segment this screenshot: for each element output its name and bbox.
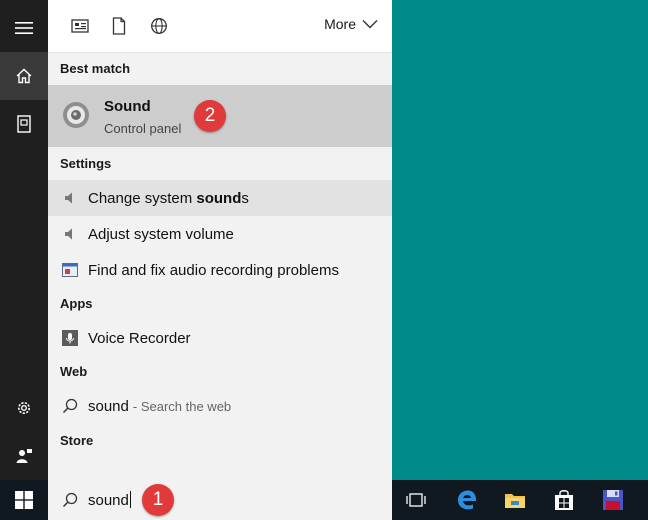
filter-bar: More (48, 0, 392, 53)
edge-browser-button[interactable] (451, 484, 483, 516)
app-item-voice-recorder[interactable]: Voice Recorder (48, 320, 392, 356)
settings-item-fix-audio[interactable]: Find and fix audio recording problems (48, 252, 392, 288)
chevron-down-icon (362, 20, 378, 29)
home-button[interactable] (0, 52, 48, 100)
hamburger-icon (15, 22, 33, 34)
more-label: More (324, 16, 356, 32)
search-icon (62, 492, 78, 508)
apps-filter-icon (71, 19, 89, 33)
speaker-small-icon (60, 224, 80, 244)
search-icon (60, 396, 80, 416)
edge-browser-icon (458, 490, 477, 510)
best-match-heading: Best match (60, 61, 131, 76)
speaker-small-icon (60, 188, 80, 208)
documents-filter-button[interactable] (107, 14, 131, 38)
globe-icon (151, 18, 167, 34)
settings-heading: Settings (60, 156, 112, 171)
windows-logo-icon (15, 491, 33, 509)
store-app-button[interactable] (548, 484, 580, 516)
taskbar-search-box[interactable]: sound (48, 480, 392, 520)
web-query: sound (88, 397, 129, 415)
search-results-panel: More Best match Sound Control panel Sett… (48, 0, 392, 480)
feedback-button[interactable] (0, 432, 48, 480)
document-icon (112, 17, 126, 35)
app-item-label: Voice Recorder (88, 329, 191, 347)
home-icon (16, 68, 32, 84)
feedback-person-icon (16, 449, 32, 463)
notebook-button[interactable] (0, 100, 48, 148)
best-match-subtitle: Control panel (104, 121, 182, 136)
web-filter-button[interactable] (147, 14, 171, 38)
annotation-badge-2: 2 (194, 100, 226, 132)
start-rail (0, 0, 48, 480)
settings-item-label: Find and fix audio recording problems (88, 261, 339, 279)
task-view-button[interactable] (400, 484, 432, 516)
gear-icon (18, 402, 30, 414)
start-button[interactable] (0, 480, 48, 520)
taskbar: sound (0, 480, 648, 520)
settings-item-label: Adjust system volume (88, 225, 234, 243)
best-match-title: Sound (104, 98, 151, 115)
floppy-app-button[interactable] (597, 484, 629, 516)
more-filters-dropdown[interactable]: More (324, 16, 378, 32)
microphone-icon (60, 328, 80, 348)
web-item-sound[interactable]: sound - Search the web (48, 388, 392, 424)
web-hint: - Search the web (132, 398, 232, 414)
desktop-background (392, 0, 648, 520)
text-caret (129, 491, 131, 508)
speaker-icon (63, 102, 89, 128)
file-explorer-button[interactable] (499, 484, 531, 516)
troubleshooter-icon (60, 260, 80, 280)
folder-icon (505, 494, 525, 508)
settings-item-change-system-sounds[interactable]: Change system sounds (48, 180, 392, 216)
floppy-disk-icon (603, 490, 623, 510)
settings-item-adjust-volume[interactable]: Adjust system volume (48, 216, 392, 252)
notebook-icon (17, 115, 31, 133)
settings-item-label: Change system sounds (88, 189, 249, 207)
shopping-bag-icon (555, 490, 573, 510)
store-heading: Store (60, 433, 94, 448)
hamburger-menu-button[interactable] (0, 4, 48, 52)
apps-heading: Apps (60, 296, 93, 311)
apps-filter-button[interactable] (68, 14, 92, 38)
annotation-badge-1: 1 (142, 484, 174, 516)
search-input[interactable]: sound (88, 491, 131, 509)
settings-button[interactable] (0, 384, 48, 432)
web-heading: Web (60, 364, 88, 379)
task-view-icon (406, 493, 426, 507)
